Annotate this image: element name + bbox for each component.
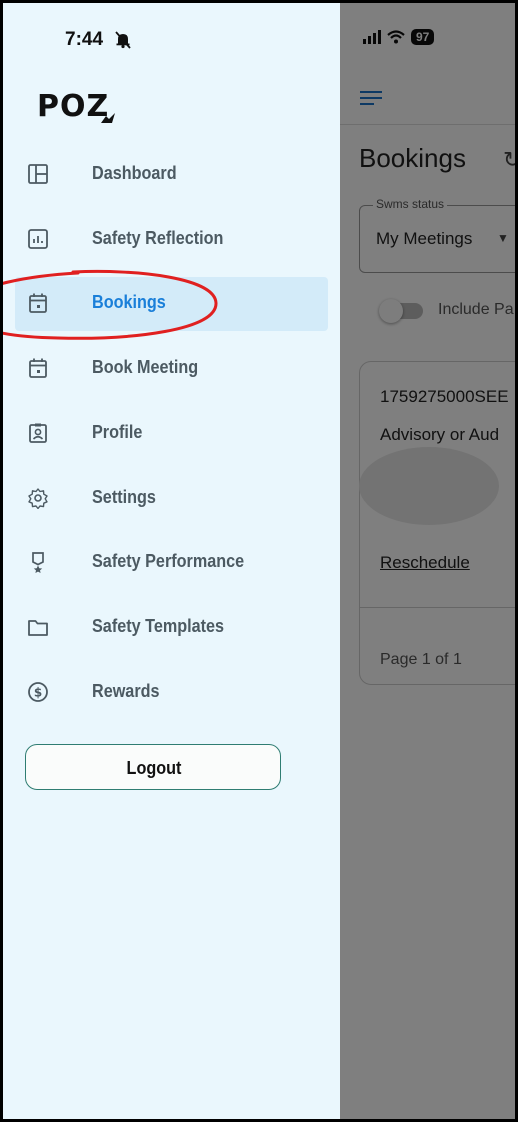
- profile-badge-icon: [29, 423, 47, 443]
- logo-mark-icon: [101, 113, 115, 123]
- nav-label-safety-performance: Safety Performance: [92, 551, 245, 571]
- chart-icon: [28, 229, 48, 249]
- nav-item-dashboard[interactable]: Dashboard: [15, 148, 328, 202]
- poz-logo: POZ: [37, 89, 110, 124]
- phone-screen: 97 Bookings ↻ Swms status My Meetings ▼ …: [3, 3, 515, 1119]
- gear-icon: [28, 488, 48, 509]
- nav-item-book-meeting[interactable]: Book Meeting: [15, 342, 328, 396]
- nav-item-profile[interactable]: Profile: [15, 407, 328, 461]
- bell-muted-icon: [115, 31, 131, 49]
- nav-item-rewards[interactable]: $ Rewards: [15, 666, 328, 720]
- nav-label-book-meeting: Book Meeting: [92, 357, 199, 377]
- logout-label: Logout: [126, 758, 182, 778]
- highlight-annotation: [3, 269, 218, 340]
- folder-icon: [28, 620, 48, 636]
- nav-label-rewards: Rewards: [92, 681, 160, 701]
- nav-item-settings[interactable]: Settings: [15, 472, 328, 526]
- calendar-icon: [29, 358, 47, 378]
- status-time: 7:44: [65, 29, 104, 50]
- dollar-icon: $: [28, 682, 48, 702]
- svg-text:$: $: [34, 686, 42, 700]
- nav-item-safety-templates[interactable]: Safety Templates: [15, 601, 328, 655]
- nav-item-safety-performance[interactable]: Safety Performance: [15, 536, 328, 590]
- nav-label-safety-reflection: Safety Reflection: [92, 228, 224, 248]
- dashboard-icon: [28, 164, 48, 184]
- nav-item-safety-reflection[interactable]: Safety Reflection: [15, 213, 328, 267]
- award-icon: [32, 552, 44, 573]
- nav-label-settings: Settings: [92, 487, 156, 507]
- nav-label-safety-templates: Safety Templates: [92, 616, 225, 636]
- nav-label-dashboard: Dashboard: [92, 163, 177, 183]
- navigation-drawer: 7:44 POZ Dashboard Safety Reflection Boo…: [3, 3, 340, 1119]
- logout-button[interactable]: Logout: [25, 744, 281, 790]
- nav-label-profile: Profile: [92, 422, 143, 442]
